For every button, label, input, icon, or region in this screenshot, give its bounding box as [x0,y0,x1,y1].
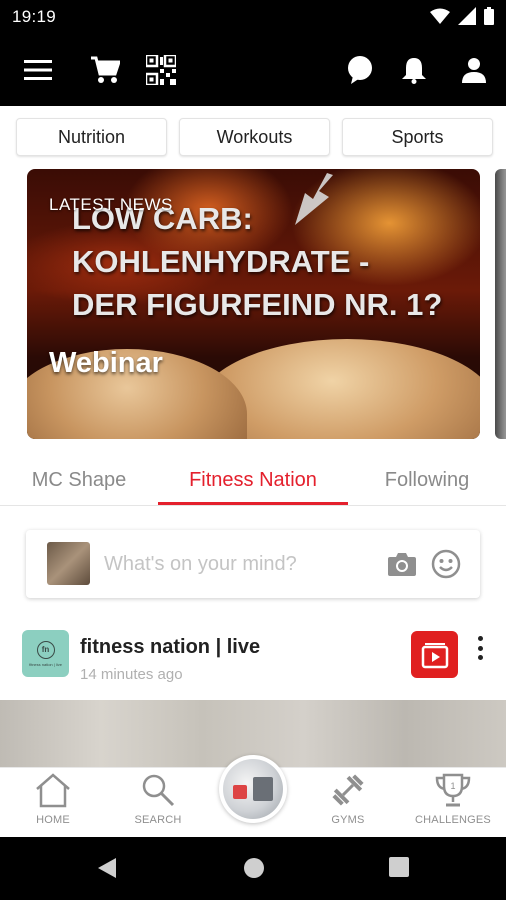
status-input[interactable] [104,550,374,578]
cellular-icon [458,7,476,25]
home-icon [36,773,70,808]
post-header: fn fitness nation | live fitness nation … [0,616,506,692]
feed-tabs: MC Shape Fitness Nation Following [0,454,506,506]
nav-challenges-label: CHALLENGES [415,814,491,826]
nav-center-gym-button[interactable] [219,755,287,823]
post-composer [26,530,480,598]
tab-mc-shape[interactable]: MC Shape [0,454,158,506]
home-circle-icon[interactable] [243,857,265,879]
active-tab-indicator [158,502,348,505]
menu-icon[interactable] [20,52,56,88]
post-timestamp: 14 minutes ago [80,666,183,683]
chip-workouts[interactable]: Workouts [179,118,330,156]
account-icon[interactable] [456,52,492,88]
search-icon [142,774,175,807]
back-icon[interactable] [96,857,118,879]
status-icons [430,7,494,25]
cart-icon[interactable] [87,52,123,88]
banner-headline: LOW CARB: KOHLENHYDRATE - DER FIGURFEIND… [72,201,443,322]
chat-bubble-icon[interactable] [342,52,378,88]
banner-latest-news-label: LATEST NEWS [49,195,173,214]
nav-gyms-label: GYMS [331,814,365,826]
qr-code-icon[interactable] [143,52,179,88]
tab-following[interactable]: Following [348,454,506,506]
nav-gyms[interactable]: GYMS [303,772,393,834]
user-avatar [47,542,90,585]
wifi-icon [430,8,450,24]
svg-text:1: 1 [450,781,455,791]
next-banner-preview[interactable] [495,169,506,439]
nav-search-label: SEARCH [134,814,182,826]
post-author-avatar[interactable]: fn fitness nation | live [22,630,69,677]
tab-fitness-nation[interactable]: Fitness Nation [158,454,348,506]
youtube-play-icon[interactable] [411,631,458,678]
status-bar: 19:19 [0,0,506,34]
news-carousel: LOW CARB: KOHLENHYDRATE - DER FIGURFEIND… [0,169,506,439]
nav-home-label: HOME [36,814,70,826]
system-navigation-bar [0,837,506,900]
nav-search[interactable]: SEARCH [113,772,203,834]
status-time: 19:19 [12,7,57,26]
nav-challenges[interactable]: 1 CHALLENGES [408,772,498,834]
banner-tag: Webinar [49,347,163,379]
bell-icon[interactable] [396,52,432,88]
app-screen: 19:19 Nutrition Workouts Sports LOW CARB… [0,0,506,900]
chip-nutrition[interactable]: Nutrition [16,118,167,156]
post-author-name[interactable]: fitness nation | live [80,636,260,659]
trophy-icon: 1 [435,773,471,807]
news-banner[interactable]: LOW CARB: KOHLENHYDRATE - DER FIGURFEIND… [27,169,480,439]
emoji-icon[interactable] [430,548,462,580]
battery-icon [484,7,494,25]
gym-photo [223,759,283,819]
camera-icon[interactable] [386,548,418,580]
post-avatar-caption: fitness nation | live [29,661,62,667]
app-bar [0,34,506,106]
nav-home[interactable]: HOME [8,772,98,834]
more-options-icon[interactable] [470,634,490,662]
post-avatar-initials: fn [36,640,55,659]
chip-sports[interactable]: Sports [342,118,493,156]
recents-icon[interactable] [389,857,409,877]
category-chips: Nutrition Workouts Sports [16,118,493,156]
dumbbell-icon [332,774,364,806]
